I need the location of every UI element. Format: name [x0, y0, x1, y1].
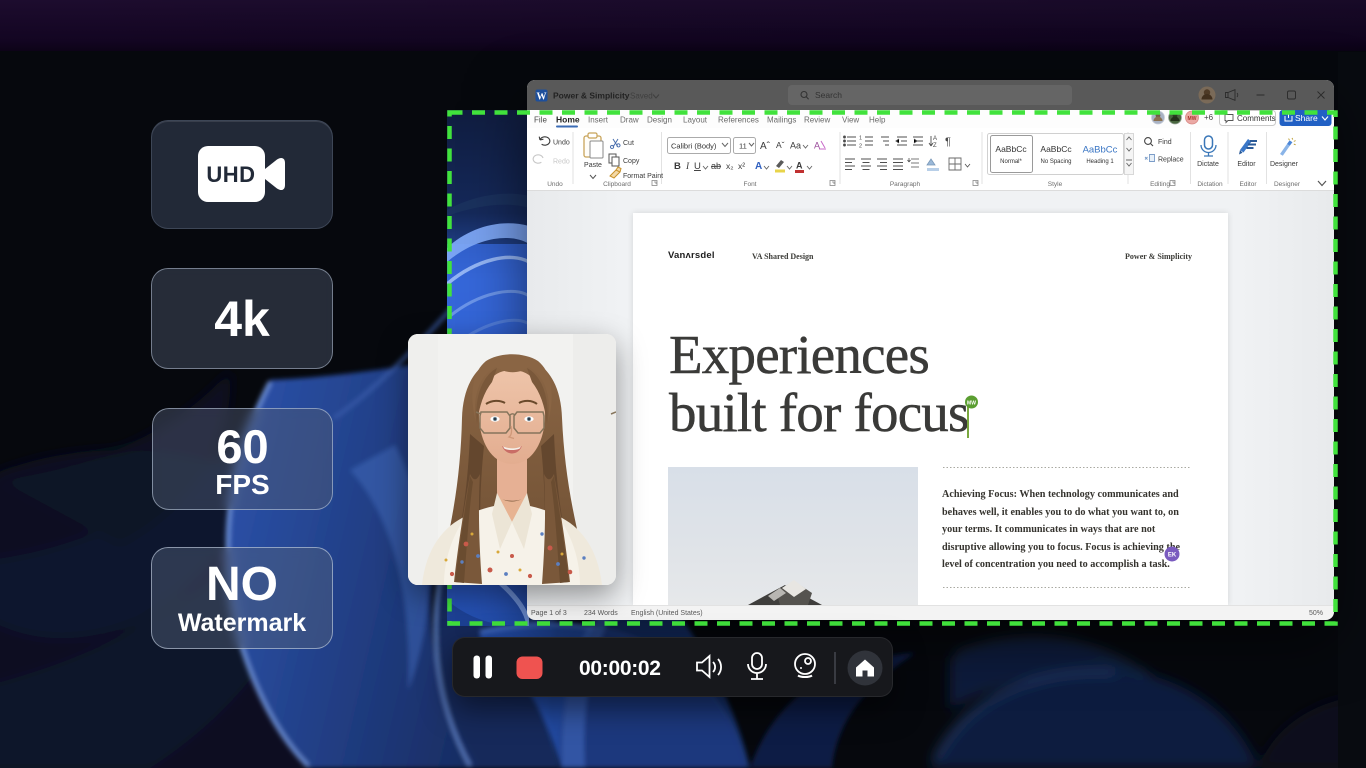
svg-text:00:00:02: 00:00:02 — [579, 657, 661, 680]
svg-text:UHD: UHD — [206, 162, 255, 187]
